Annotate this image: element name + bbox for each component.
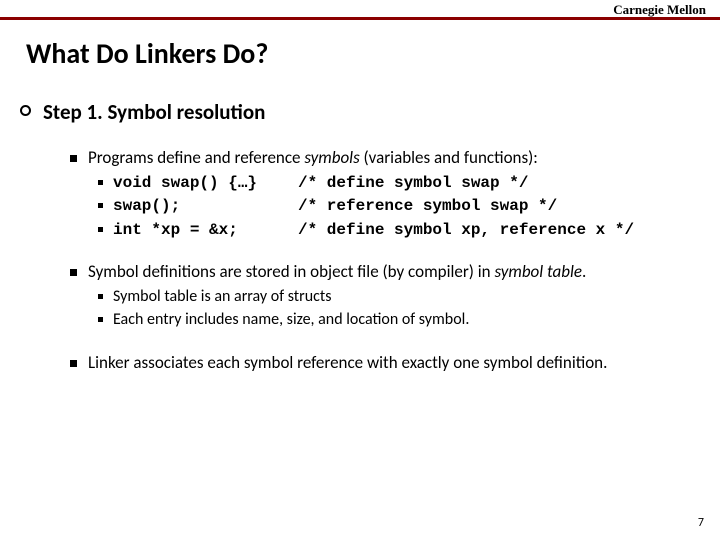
page-number: 7 [698,516,704,530]
circle-bullet-icon [20,105,31,116]
bullet-2-sub1: Symbol table is an array of structs [98,286,720,308]
header-bar: Carnegie Mellon [0,0,720,20]
b1-pre: Programs define and reference [88,147,304,168]
bullet-3: Linker associates each symbol reference … [70,352,720,375]
square-bullet-sm-icon [98,294,103,299]
square-bullet-sm-icon [98,317,103,322]
slide-title: What Do Linkers Do? [26,36,720,71]
code-3-left: int *xp = &x; [113,219,298,241]
code-1-left: void swap() {…} [113,172,298,194]
square-bullet-sm-icon [98,203,103,208]
bullet-group-3: Linker associates each symbol reference … [70,352,720,375]
header-org: Carnegie Mellon [613,2,706,17]
bullet-group-2: Symbol definitions are stored in object … [70,261,720,332]
bullet-2-sub2: Each entry includes name, size, and loca… [98,309,720,331]
code-3-right: /* define symbol xp, reference x */ [298,219,634,241]
b2-pre: Symbol definitions are stored in object … [88,261,494,282]
bullet-2: Symbol definitions are stored in object … [70,261,720,284]
bullet-group-1: Programs define and reference symbols (v… [70,147,720,241]
code-row-3: int *xp = &x; /* define symbol xp, refer… [98,219,720,241]
square-bullet-icon [70,360,77,367]
code-1-right: /* define symbol swap */ [298,172,528,194]
b2-post: . [582,261,586,282]
b2-em: symbol table [494,261,582,282]
code-row-1: void swap() {…} /* define symbol swap */ [98,172,720,194]
step-heading: Step 1. Symbol resolution [20,99,720,125]
square-bullet-icon [70,155,77,162]
bullet-1: Programs define and reference symbols (v… [70,147,720,170]
bullet-2-sublist: Symbol table is an array of structs Each… [98,286,720,332]
code-2-right: /* reference symbol swap */ [298,195,557,217]
b1-em: symbols [304,147,359,168]
step-label: Step 1. Symbol resolution [43,99,265,125]
bullet-1-text: Programs define and reference symbols (v… [88,147,538,170]
square-bullet-sm-icon [98,227,103,232]
code-row-2: swap(); /* reference symbol swap */ [98,195,720,217]
slide-content: Step 1. Symbol resolution Programs defin… [20,99,720,375]
b2-sub2-text: Each entry includes name, size, and loca… [113,309,469,331]
b2-sub1-text: Symbol table is an array of structs [113,286,332,308]
square-bullet-icon [70,269,77,276]
square-bullet-sm-icon [98,180,103,185]
bullet-3-text: Linker associates each symbol reference … [88,352,607,375]
b1-post: (variables and functions): [360,147,538,168]
code-list: void swap() {…} /* define symbol swap */… [98,172,720,241]
bullet-2-text: Symbol definitions are stored in object … [88,261,586,284]
code-2-left: swap(); [113,195,298,217]
